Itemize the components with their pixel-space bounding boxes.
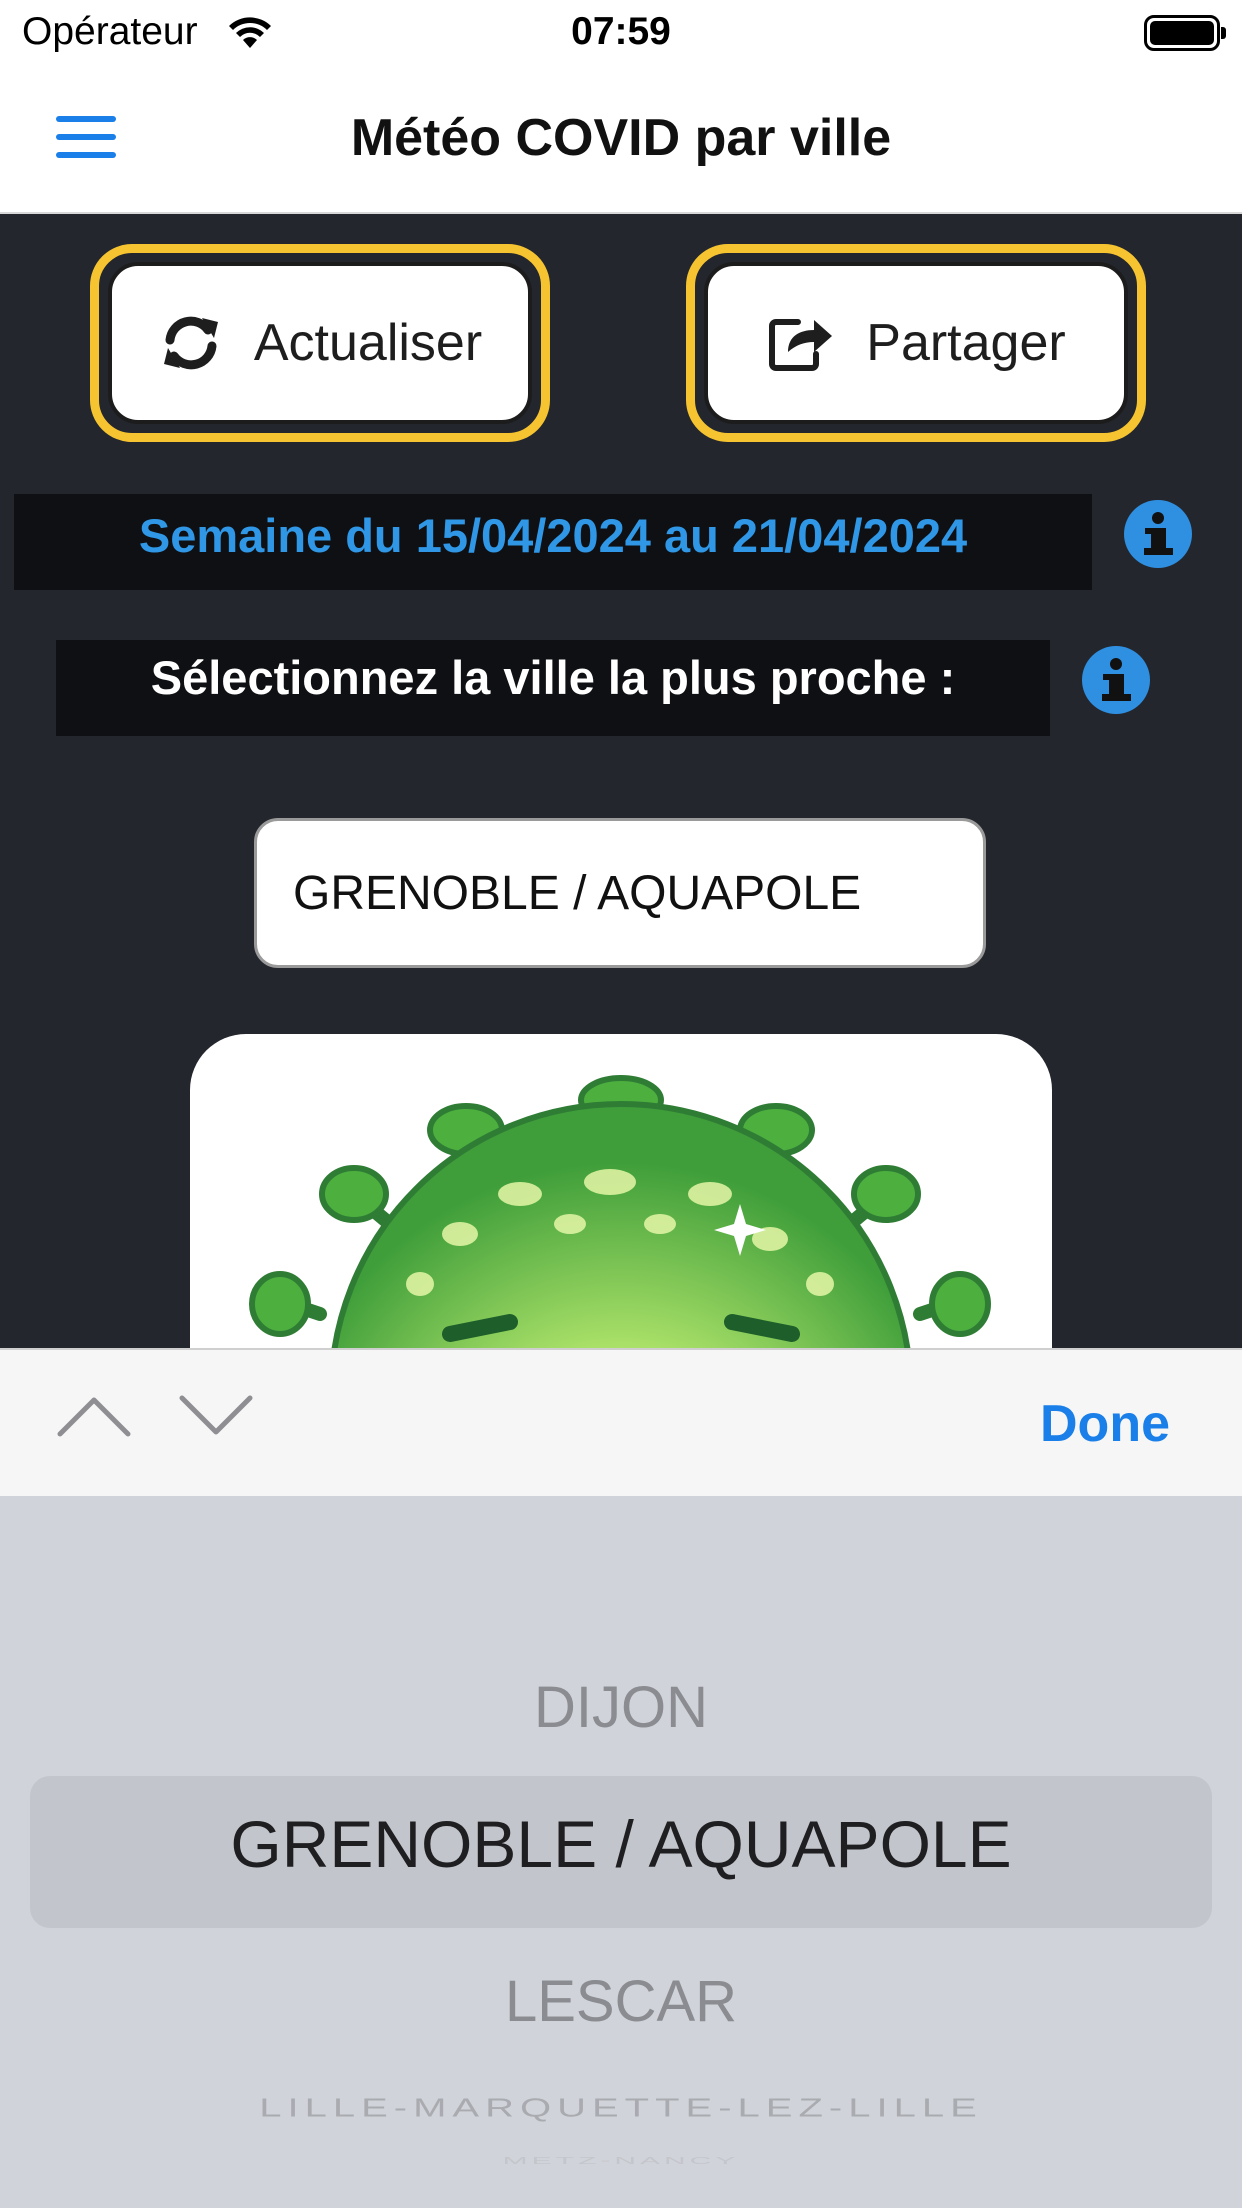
share-icon bbox=[769, 319, 833, 371]
city-prompt: Sélectionnez la ville la plus proche : bbox=[150, 651, 956, 704]
done-button[interactable]: Done bbox=[1040, 1394, 1170, 1454]
virus-weather-card bbox=[190, 1034, 1052, 1348]
picker-option[interactable]: LILLE-MARQUETTE-LEZ-LILLE bbox=[0, 2094, 1242, 2123]
city-prompt-banner: Sélectionnez la ville la plus proche : bbox=[56, 640, 1050, 736]
refresh-icon bbox=[163, 316, 218, 370]
week-banner: Semaine du 15/04/2024 au 21/04/2024 bbox=[14, 494, 1092, 590]
city-picker-wheel[interactable]: DIJON GRENOBLE / AQUAPOLE LESCAR LILLE-M… bbox=[0, 1496, 1242, 2208]
share-button[interactable]: Partager bbox=[704, 262, 1128, 424]
navigation-bar: Météo COVID par ville bbox=[0, 68, 1242, 214]
share-button-frame: Partager bbox=[686, 244, 1146, 442]
chevron-up-icon[interactable] bbox=[56, 1394, 132, 1438]
picker-option[interactable]: DIJON bbox=[0, 1674, 1242, 1741]
chevron-down-icon[interactable] bbox=[178, 1394, 254, 1438]
refresh-button[interactable]: Actualiser bbox=[108, 262, 532, 424]
page-title: Météo COVID par ville bbox=[350, 109, 892, 167]
main-content: Actualiser Partager Semaine du 15/04/202… bbox=[0, 214, 1242, 1348]
picker-option[interactable]: LESCAR bbox=[0, 1968, 1242, 2035]
city-select-field[interactable]: GRENOBLE / AQUAPOLE bbox=[254, 818, 986, 968]
city-select-value: GRENOBLE / AQUAPOLE bbox=[293, 866, 862, 920]
share-button-label: Partager bbox=[866, 314, 1066, 372]
picker-option[interactable]: METZ-NANCY bbox=[0, 2155, 1242, 2167]
status-time: 07:59 bbox=[571, 10, 671, 53]
status-bar: Opérateur 07:59 bbox=[0, 0, 1242, 68]
info-icon[interactable] bbox=[1082, 646, 1150, 714]
week-range: Semaine du 15/04/2024 au 21/04/2024 bbox=[138, 509, 968, 562]
refresh-button-label: Actualiser bbox=[253, 314, 483, 372]
info-icon[interactable] bbox=[1124, 500, 1192, 568]
picker-option-selected[interactable]: GRENOBLE / AQUAPOLE bbox=[0, 1806, 1242, 1882]
virus-illustration bbox=[249, 1075, 991, 1348]
refresh-button-frame: Actualiser bbox=[90, 244, 550, 442]
picker-toolbar: Done bbox=[0, 1348, 1242, 1496]
screen: Opérateur 07:59 Météo COVID par ville Ac… bbox=[0, 0, 1242, 2208]
battery-icon bbox=[1144, 15, 1226, 51]
